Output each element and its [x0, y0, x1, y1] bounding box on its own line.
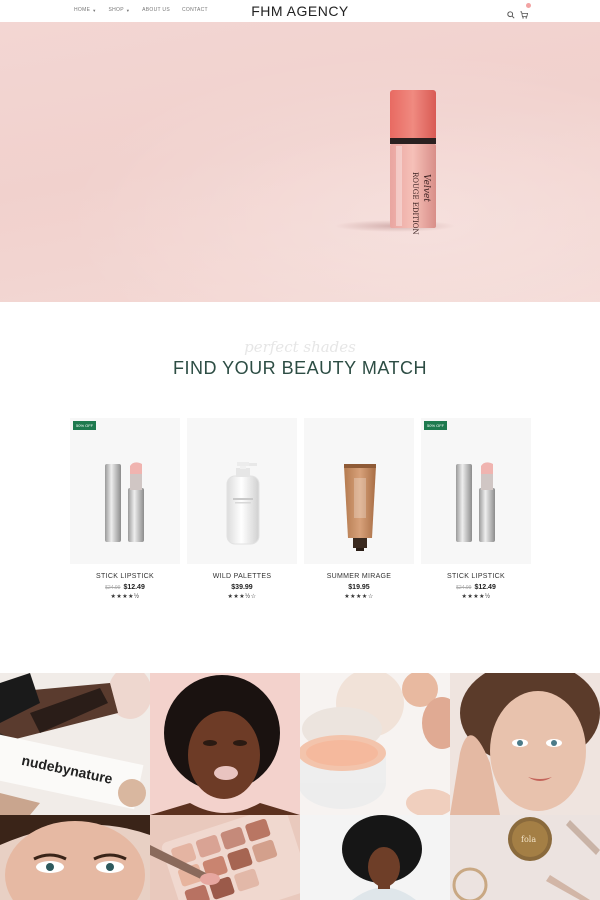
- product-sale-price: $39.99: [231, 584, 253, 591]
- product-price: $24.99 $12.49: [70, 584, 180, 591]
- product-old-price: $24.99: [105, 585, 121, 591]
- product-name[interactable]: SUMMER MIRAGE: [304, 573, 414, 580]
- section-script: perfect shades: [244, 338, 356, 356]
- search-icon[interactable]: [507, 6, 515, 19]
- product-price: $24.99 $12.49: [421, 584, 531, 591]
- cart-icon[interactable]: [520, 3, 531, 19]
- product-price: $19.95: [304, 584, 414, 591]
- gallery-compact-text: fola: [521, 835, 536, 844]
- product-old-price: $24.99: [456, 585, 472, 591]
- gallery-tile[interactable]: nudebynature: [0, 673, 150, 815]
- gallery-tile[interactable]: [300, 815, 450, 900]
- product-card[interactable]: 50% OFF STICK LIPSTICK $24.99 $12.49 ★★★★…: [70, 418, 180, 600]
- hero-product-text-2: Velvet: [421, 174, 431, 202]
- site-header: HOME ▼ SHOP ▼ ABOUT US CONTACT FHM AGENC…: [0, 0, 600, 22]
- tube-icon: [344, 464, 376, 551]
- gallery-tile[interactable]: [450, 673, 600, 815]
- pump-bottle-icon: [226, 462, 260, 545]
- product-name[interactable]: STICK LIPSTICK: [70, 573, 180, 580]
- product-card[interactable]: 50% OFF STICK LIPSTICK $24.99 $12.49 ★★★★…: [421, 418, 531, 600]
- gallery-tile[interactable]: [150, 673, 300, 815]
- product-image[interactable]: [187, 418, 297, 564]
- star-rating: ★★★½☆: [227, 594, 257, 600]
- product-card[interactable]: WILD PALETTES $39.99 ★★★½☆: [187, 418, 297, 600]
- product-sale-price: $19.95: [348, 584, 370, 591]
- hero-lipstick-image: ROUGE EDITION Velvet: [335, 90, 455, 235]
- product-name[interactable]: STICK LIPSTICK: [421, 573, 531, 580]
- sale-badge: 50% OFF: [424, 421, 448, 430]
- product-price: $39.99: [187, 584, 297, 591]
- product-sale-price: $12.49: [123, 584, 145, 591]
- product-image[interactable]: 50% OFF: [421, 418, 531, 564]
- gallery-tile[interactable]: [0, 815, 150, 900]
- instagram-gallery: nudebynature fola: [0, 673, 600, 900]
- hero-banner: ROUGE EDITION Velvet: [0, 22, 600, 302]
- sale-badge: 50% OFF: [73, 421, 97, 430]
- section-title: FIND YOUR BEAUTY MATCH: [172, 358, 428, 378]
- star-rating: ★★★★☆: [344, 594, 374, 600]
- lipstick-icon: [456, 462, 495, 542]
- header-icons: [507, 3, 531, 19]
- product-image[interactable]: [304, 418, 414, 564]
- cart-count-badge: [526, 3, 531, 8]
- star-rating: ★★★★½: [461, 594, 491, 600]
- gallery-tile[interactable]: [150, 815, 300, 900]
- product-image[interactable]: 50% OFF: [70, 418, 180, 564]
- product-grid: 50% OFF STICK LIPSTICK $24.99 $12.49 ★★★★…: [70, 418, 532, 600]
- star-rating: ★★★★½: [110, 594, 140, 600]
- gallery-tile[interactable]: [300, 673, 450, 815]
- hero-product-text-1: ROUGE EDITION: [411, 172, 419, 235]
- gallery-tile[interactable]: fola: [450, 815, 600, 900]
- product-name[interactable]: WILD PALETTES: [187, 573, 297, 580]
- lipstick-icon: [105, 462, 144, 542]
- product-sale-price: $12.49: [474, 584, 496, 591]
- product-card[interactable]: SUMMER MIRAGE $19.95 ★★★★☆: [304, 418, 414, 600]
